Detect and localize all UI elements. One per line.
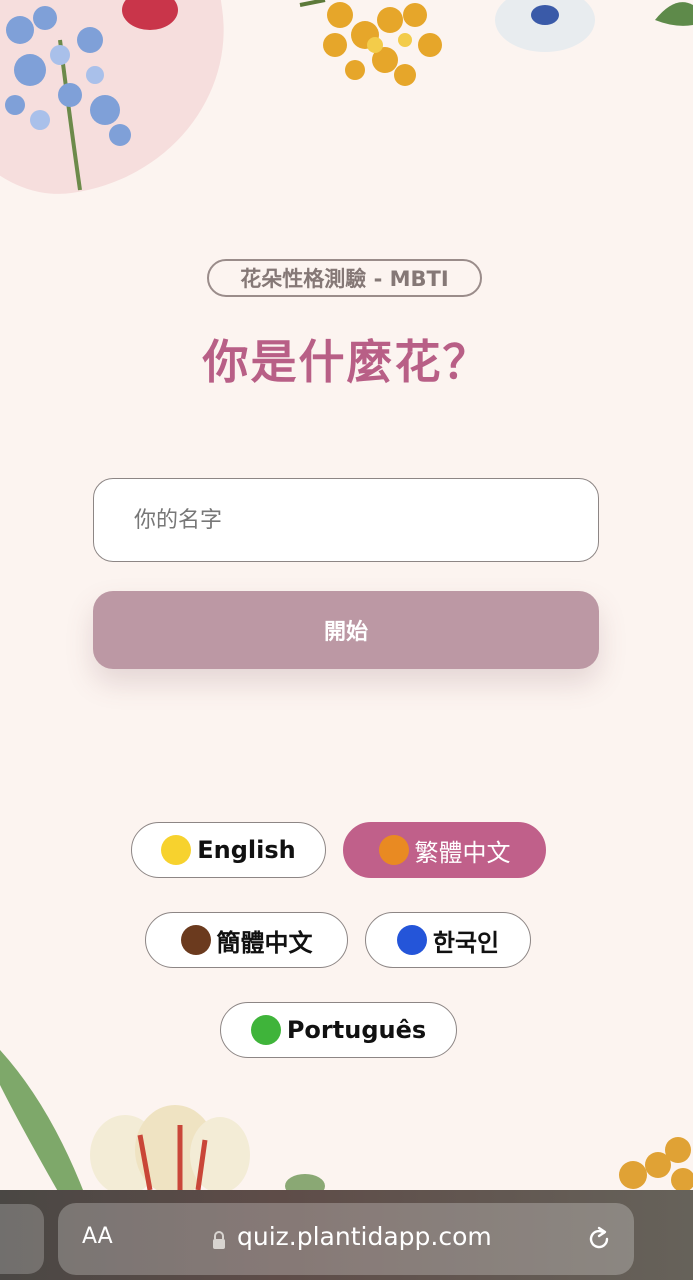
page-title: 你是什麼花？	[202, 335, 491, 389]
orange-circle-icon	[378, 835, 409, 865]
yellow-flowers-illustration	[299, 0, 442, 86]
language-label: 繁體中文	[414, 838, 511, 867]
language-button-portuguese[interactable]: Português	[220, 1002, 457, 1058]
language-label: English	[197, 836, 296, 864]
tulip-flowers-illustration	[90, 1105, 250, 1190]
language-label: 한국인	[432, 928, 500, 957]
name-input[interactable]	[93, 478, 599, 562]
url-text: quiz.plantidapp.com	[237, 1222, 492, 1251]
previous-tab-button[interactable]	[0, 1204, 44, 1274]
small-bud-illustration	[285, 1174, 325, 1192]
blue-circle-icon	[396, 925, 427, 955]
language-button-simplified-chinese[interactable]: 簡體中文	[145, 912, 348, 968]
yellow-circle-icon	[161, 835, 192, 865]
red-flower-illustration	[122, 0, 178, 30]
language-label: 簡體中文	[216, 928, 313, 957]
language-label: Português	[286, 1016, 427, 1044]
language-button-korean[interactable]: 한국인	[365, 912, 531, 968]
tulip-leaf-illustration	[0, 1050, 85, 1195]
reload-icon[interactable]	[585, 1225, 613, 1253]
orange-flowers-illustration	[619, 1137, 693, 1192]
start-button[interactable]: 開始	[93, 591, 599, 669]
lock-icon	[213, 1231, 225, 1249]
quiz-badge: 花朵性格測驗 - MBTI	[207, 259, 482, 297]
text-size-button[interactable]: AA	[82, 1224, 113, 1249]
green-circle-icon	[250, 1015, 281, 1045]
white-anemone-illustration	[495, 0, 595, 52]
leaf-illustration	[655, 2, 693, 26]
language-button-traditional-chinese[interactable]: 繁體中文	[343, 822, 546, 878]
language-button-english[interactable]: English	[131, 822, 326, 878]
brown-circle-icon	[180, 925, 211, 955]
text-size-label: AA	[82, 1224, 113, 1249]
